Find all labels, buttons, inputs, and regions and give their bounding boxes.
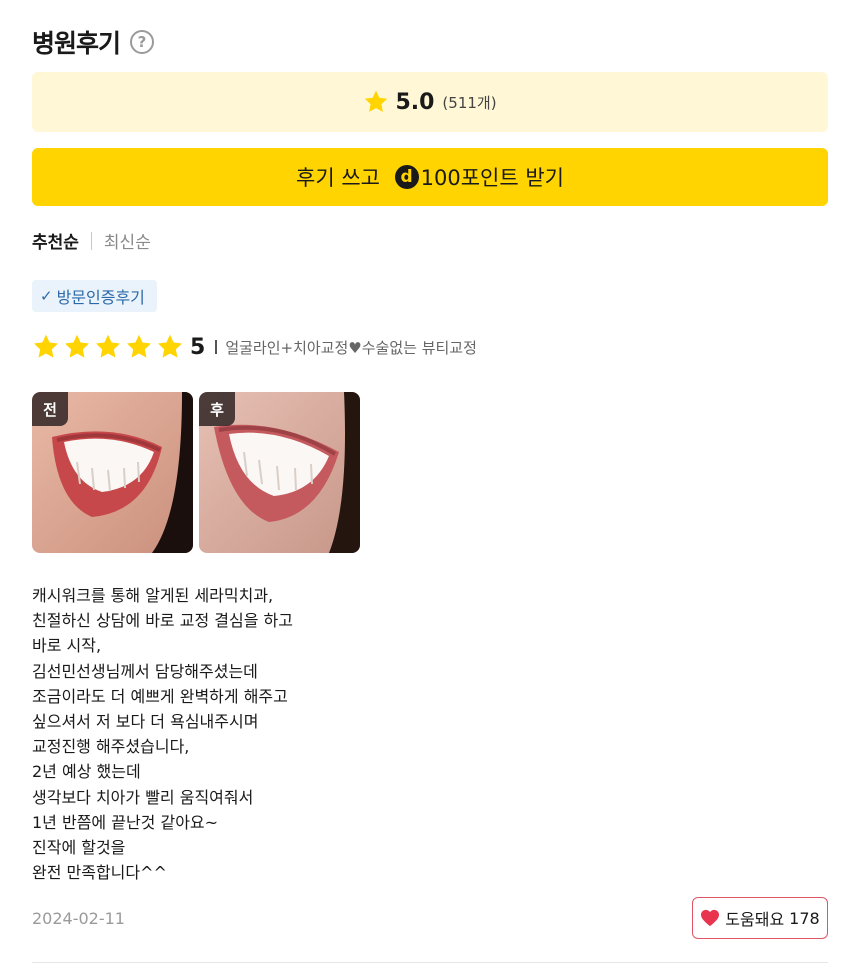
review-line: 2년 예상 했는데 <box>32 762 141 782</box>
review-line: 캐시워크를 통해 알게된 세라믹치과, <box>32 586 274 605</box>
sort-divider <box>90 231 92 250</box>
review-line: 진작에 할것을 <box>32 838 126 858</box>
star-icon <box>95 334 121 358</box>
cta-suffix: 100포인트 받기 <box>420 166 564 190</box>
sort-latest[interactable]: 최신순 <box>104 228 151 253</box>
review-date: 2024-02-11 <box>32 909 125 928</box>
review-line: 친절하신 상담에 바로 교정 결심을 하고 <box>32 611 293 631</box>
sort-options: 추천순 최신순 <box>32 228 151 253</box>
write-review-button[interactable]: 후기 쓰고 d 100포인트 받기 <box>32 148 828 206</box>
review-count: (511개) <box>442 93 497 112</box>
star-icon <box>157 334 183 358</box>
question-circle-icon[interactable]: ? <box>130 30 155 54</box>
review-line: 조금이라도 더 예쁘게 완벽하게 해주고 <box>32 686 288 706</box>
star-icon <box>33 334 59 358</box>
review-line: 싶으셔서 저 보다 더 욕심내주시며 <box>32 712 259 732</box>
heart-icon <box>701 909 720 927</box>
point-coin-icon: d <box>394 165 419 189</box>
before-photo[interactable]: 전 <box>32 392 193 553</box>
review-body: 캐시워크를 통해 알게된 세라믹치과, 친절하신 상담에 바로 교정 결심을 하… <box>32 583 632 885</box>
review-line: 완전 만족합니다^^ <box>32 863 167 883</box>
section-header: 병원후기 ? <box>32 24 155 60</box>
after-photo[interactable]: 후 <box>199 392 360 553</box>
review-line: 1년 반쯤에 끝난것 같아요~ <box>32 812 219 832</box>
rating-divider <box>215 340 218 354</box>
star-icon <box>64 334 90 358</box>
review-line: 바로 시작, <box>32 636 102 656</box>
helpful-count: 178 <box>789 908 820 928</box>
photo-tag: 후 <box>199 392 235 426</box>
review-score: 5 <box>190 334 206 360</box>
helpful-label: 도움돼요 <box>725 910 785 929</box>
review-divider <box>32 962 828 963</box>
photo-tag: 전 <box>32 392 68 426</box>
cta-prefix: 후기 쓰고 <box>296 166 387 190</box>
review-rating: 5 얼굴라인+치아교정♥수술없는 뷰티교정 <box>32 333 477 361</box>
review-line: 교정진행 해주셨습니다, <box>32 737 190 757</box>
verified-visit-badge: ✓ 방문인증후기 <box>32 280 157 312</box>
star-icon <box>365 90 388 112</box>
treatment-name[interactable]: 얼굴라인+치아교정♥수술없는 뷰티교정 <box>225 337 477 358</box>
review-line: 생각보다 치아가 빨리 움직여줘서 <box>32 787 254 807</box>
sort-recommended[interactable]: 추천순 <box>32 228 79 253</box>
check-icon: ✓ <box>40 287 53 305</box>
section-title: 병원후기 <box>32 29 121 58</box>
star-icon <box>126 334 152 358</box>
average-rating: 5.0 <box>395 89 435 115</box>
badge-label: 방문인증후기 <box>56 288 145 307</box>
helpful-button[interactable]: 도움돼요 178 <box>692 897 828 939</box>
review-line: 김선민선생님께서 담당해주셨는데 <box>32 661 258 681</box>
rating-summary: 5.0 (511개) <box>32 72 828 132</box>
